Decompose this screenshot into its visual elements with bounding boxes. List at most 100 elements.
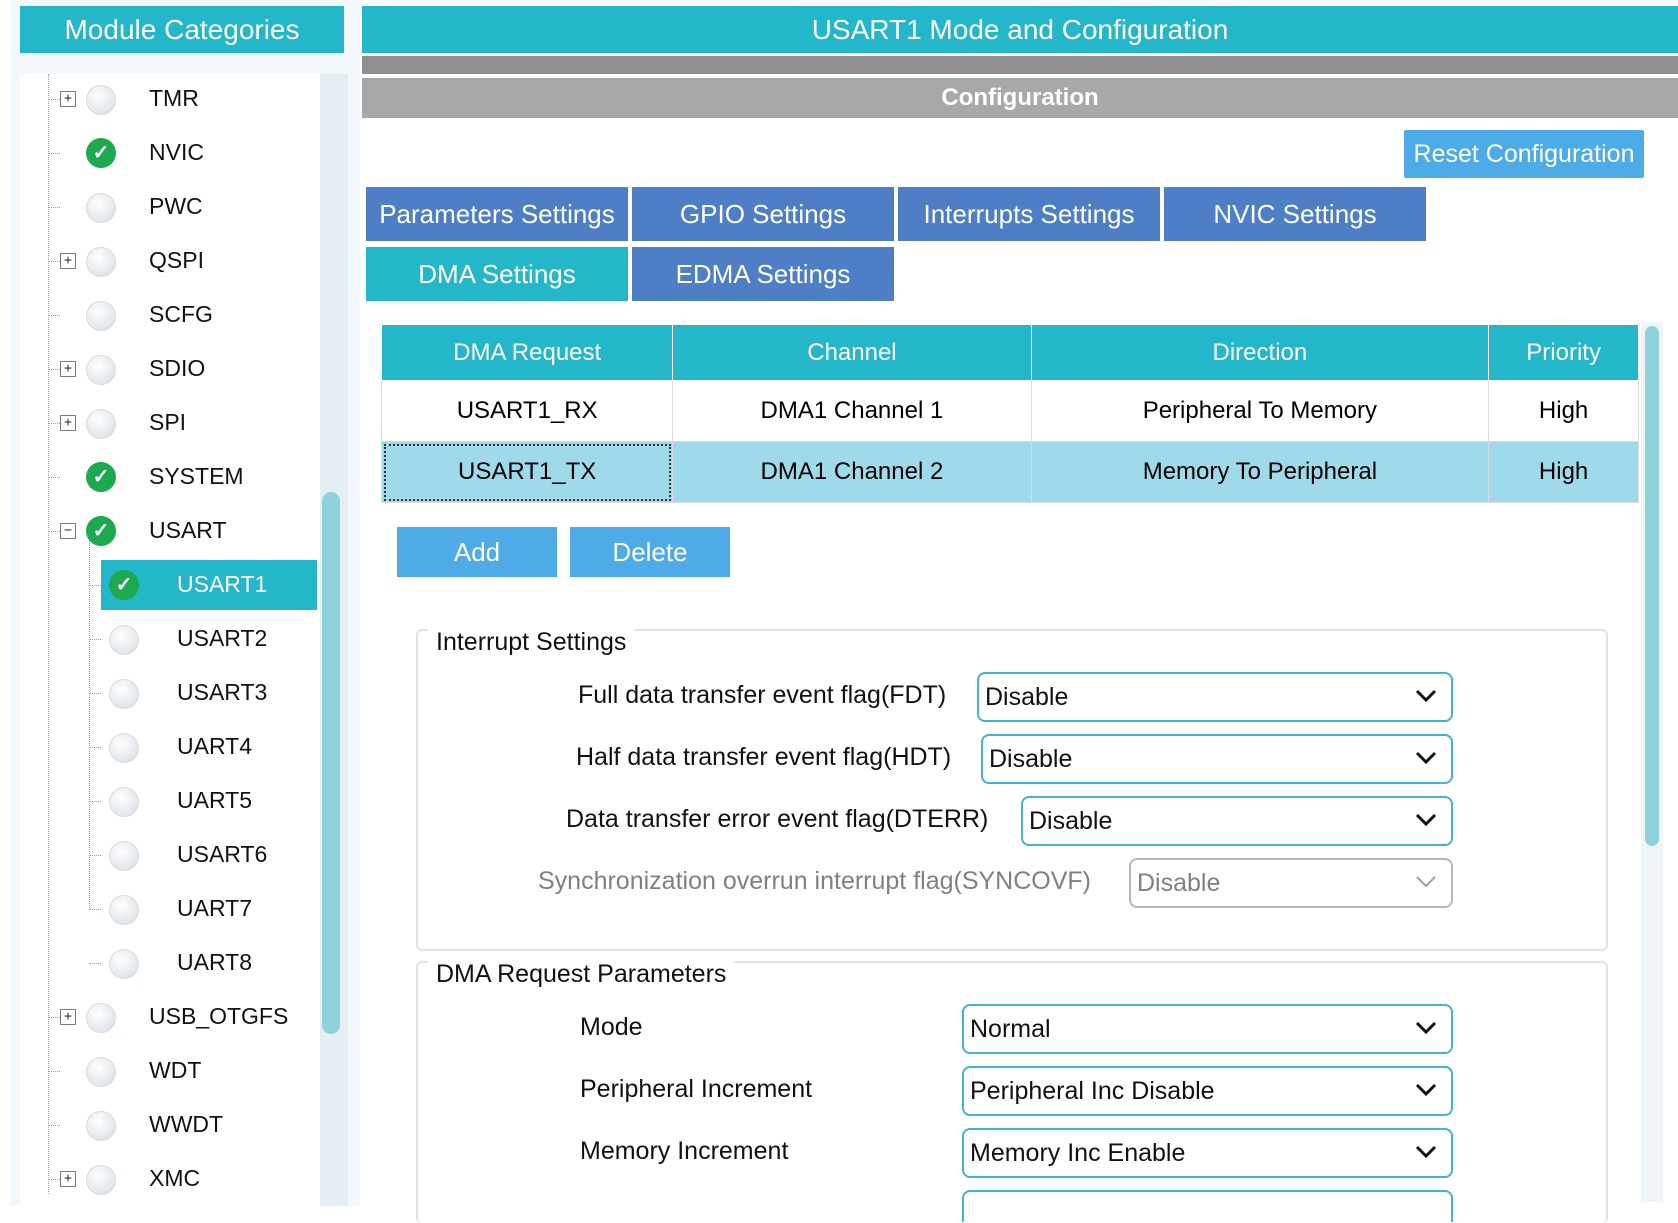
- tree-item-usb_otgfs[interactable]: + USB_OTGFS: [48, 992, 317, 1042]
- cell-direction[interactable]: Memory To Peripheral: [1030, 441, 1490, 503]
- tree-item-pwc[interactable]: PWC: [48, 182, 317, 232]
- collapse-icon[interactable]: −: [60, 523, 76, 539]
- check-circle-icon: ✓: [86, 516, 116, 546]
- tree-item-tmr[interactable]: + TMR: [48, 74, 317, 124]
- tree-item-uart8[interactable]: UART8: [89, 938, 317, 988]
- tree-item-xmc[interactable]: + XMC: [48, 1154, 317, 1204]
- tree-connector-line: [48, 1125, 60, 1126]
- delete-button[interactable]: Delete: [570, 527, 730, 577]
- chevron-down-icon: [1415, 1145, 1437, 1159]
- empty-status-circle-icon: [86, 355, 116, 385]
- hdt-select[interactable]: Disable: [981, 734, 1453, 784]
- expand-icon[interactable]: +: [60, 415, 76, 431]
- dterr-label: Data transfer error event flag(DTERR): [566, 805, 989, 833]
- tree-connector-line: [89, 855, 101, 856]
- empty-status-circle-icon: [86, 1111, 116, 1141]
- tree-connector-line: [89, 801, 101, 802]
- tab-gpio-settings[interactable]: GPIO Settings: [632, 187, 894, 241]
- cell-channel[interactable]: DMA1 Channel 1: [672, 380, 1032, 442]
- expand-icon[interactable]: +: [60, 253, 76, 269]
- reset-configuration-button[interactable]: Reset Configuration: [1404, 130, 1644, 178]
- cell-dma-request[interactable]: USART1_TX: [380, 441, 674, 503]
- tree-connector-line: [48, 207, 60, 208]
- expand-icon[interactable]: +: [60, 361, 76, 377]
- column-header-channel[interactable]: Channel: [672, 324, 1032, 381]
- tree-item-usart3[interactable]: USART3: [89, 668, 317, 718]
- syncovf-label: Synchronization overrun interrupt flag(S…: [538, 867, 1092, 895]
- tab-nvic-settings[interactable]: NVIC Settings: [1164, 187, 1426, 241]
- chevron-down-icon: [1415, 689, 1437, 703]
- tree-connector-line: [48, 315, 60, 316]
- mode-select[interactable]: Normal: [962, 1004, 1453, 1054]
- tab-edma-settings[interactable]: EDMA Settings: [632, 247, 894, 301]
- tree-item-uart7[interactable]: UART7: [89, 884, 317, 934]
- check-circle-icon: ✓: [109, 570, 139, 600]
- cell-dma-request[interactable]: USART1_RX: [380, 380, 674, 442]
- tree-item-scfg[interactable]: SCFG: [48, 290, 317, 340]
- column-header-dma-request[interactable]: DMA Request: [380, 324, 674, 381]
- module-categories-header: Module Categories: [20, 6, 344, 53]
- tree-item-uart4[interactable]: UART4: [89, 722, 317, 772]
- tree-item-usart[interactable]: − ✓ USART: [48, 506, 317, 556]
- tree-item-wdt[interactable]: WDT: [48, 1046, 317, 1096]
- tree-item-wwdt[interactable]: WWDT: [48, 1100, 317, 1150]
- tree-connector-line: [48, 153, 60, 154]
- tree-item-usart1[interactable]: ✓ USART1: [89, 560, 317, 610]
- memory-increment-select[interactable]: Memory Inc Enable: [962, 1128, 1453, 1178]
- empty-status-circle-icon: [86, 85, 116, 115]
- tree-item-usart2[interactable]: USART2: [89, 614, 317, 664]
- tree-item-label: USART3: [177, 679, 268, 705]
- tree-item-qspi[interactable]: + QSPI: [48, 236, 317, 286]
- tab-dma-settings[interactable]: DMA Settings: [366, 247, 628, 301]
- empty-status-circle-icon: [86, 1003, 116, 1033]
- syncovf-select: Disable: [1129, 858, 1453, 908]
- tree-scrollbar-thumb[interactable]: [322, 492, 340, 1034]
- fdt-value: Disable: [985, 683, 1069, 711]
- column-header-priority[interactable]: Priority: [1488, 324, 1639, 381]
- tree-item-sdio[interactable]: + SDIO: [48, 344, 317, 394]
- content-scrollbar-thumb[interactable]: [1645, 326, 1659, 846]
- table-row[interactable]: USART1_RX DMA1 Channel 1 Peripheral To M…: [380, 380, 1639, 442]
- hdt-label: Half data transfer event flag(HDT): [576, 743, 952, 771]
- fdt-label: Full data transfer event flag(FDT): [578, 681, 947, 709]
- empty-status-circle-icon: [109, 949, 139, 979]
- tree-item-uart5[interactable]: UART5: [89, 776, 317, 826]
- tree-connector-line: [89, 693, 101, 694]
- syncovf-value: Disable: [1137, 869, 1221, 897]
- table-row-selected[interactable]: USART1_TX DMA1 Channel 2 Memory To Perip…: [380, 441, 1639, 503]
- tab-interrupts-settings[interactable]: Interrupts Settings: [898, 187, 1160, 241]
- hdt-value: Disable: [989, 745, 1073, 773]
- tree-item-label: UART5: [177, 787, 252, 813]
- tree-item-label: SPI: [149, 409, 187, 435]
- mode-bar: [362, 56, 1678, 74]
- peripheral-increment-select[interactable]: Peripheral Inc Disable: [962, 1066, 1453, 1116]
- tree-item-spi[interactable]: + SPI: [48, 398, 317, 448]
- tree-item-label: UART8: [177, 949, 252, 975]
- tree-item-usart6[interactable]: USART6: [89, 830, 317, 880]
- expand-icon[interactable]: +: [60, 1009, 76, 1025]
- dterr-select[interactable]: Disable: [1021, 796, 1453, 846]
- cell-channel[interactable]: DMA1 Channel 2: [672, 441, 1032, 503]
- cell-priority[interactable]: High: [1488, 441, 1639, 503]
- tree-connector-line: [48, 261, 60, 262]
- tree-item-label: SDIO: [149, 355, 206, 381]
- peripheral-increment-label: Peripheral Increment: [580, 1075, 813, 1103]
- mode-label: Mode: [580, 1013, 643, 1041]
- add-button[interactable]: Add: [397, 527, 557, 577]
- tree-item-label: PWC: [149, 193, 203, 219]
- tree-item-system[interactable]: ✓ SYSTEM: [48, 452, 317, 502]
- tree-item-nvic[interactable]: ✓ NVIC: [48, 128, 317, 178]
- chevron-down-icon: [1415, 813, 1437, 827]
- cell-direction[interactable]: Peripheral To Memory: [1030, 380, 1490, 442]
- next-field-select-partial[interactable]: [962, 1190, 1453, 1222]
- tree-item-label: USART1: [177, 571, 268, 597]
- memory-increment-value: Memory Inc Enable: [970, 1139, 1186, 1167]
- expand-icon[interactable]: +: [60, 91, 76, 107]
- cell-priority[interactable]: High: [1488, 380, 1639, 442]
- fdt-select[interactable]: Disable: [977, 672, 1453, 722]
- tab-parameters-settings[interactable]: Parameters Settings: [366, 187, 628, 241]
- dma-request-parameters-title: DMA Request Parameters: [428, 960, 735, 989]
- column-header-direction[interactable]: Direction: [1030, 324, 1490, 381]
- chevron-down-icon: [1416, 876, 1436, 888]
- expand-icon[interactable]: +: [60, 1171, 76, 1187]
